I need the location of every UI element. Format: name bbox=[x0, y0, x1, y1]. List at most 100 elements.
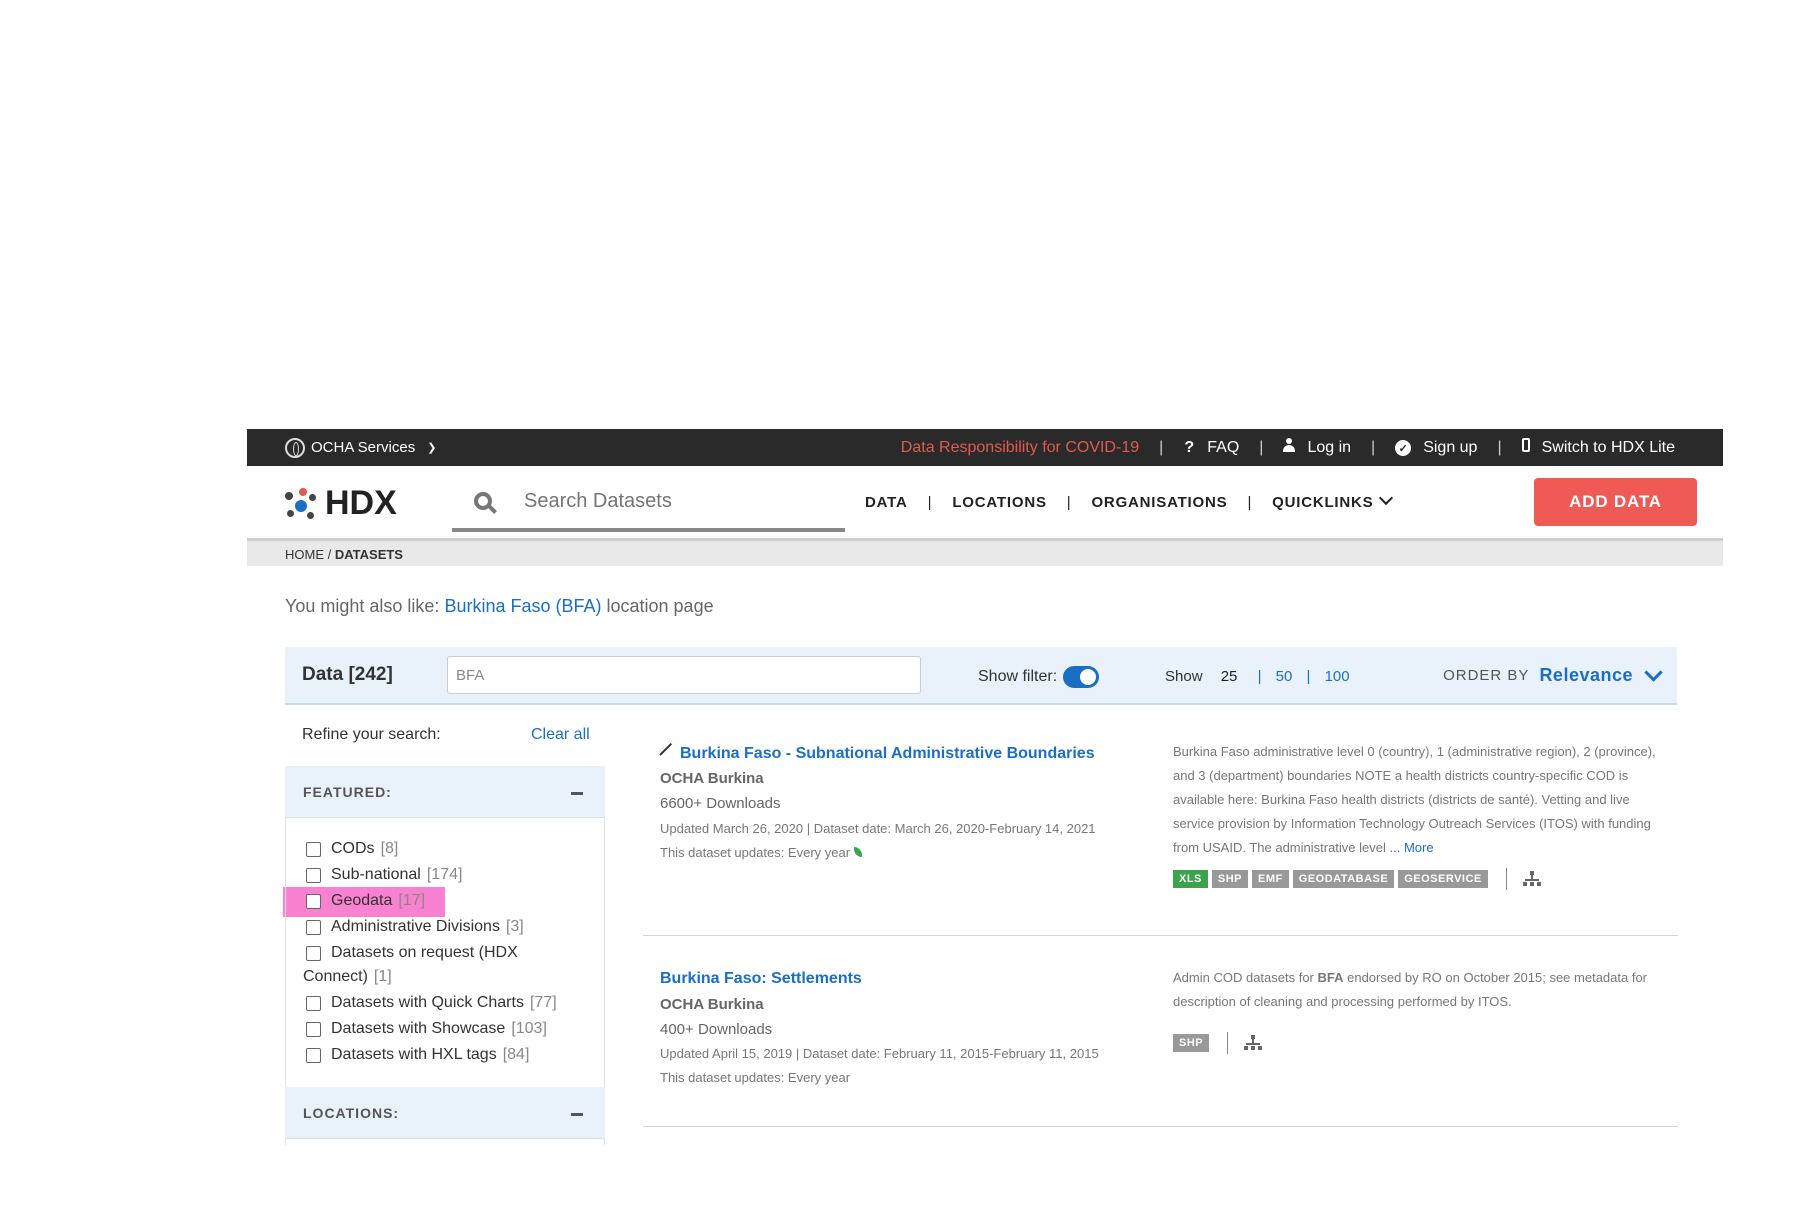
switch-lite-label: Switch to HDX Lite bbox=[1541, 439, 1675, 456]
facet-item-showcase[interactable]: Datasets with Showcase [103] bbox=[306, 1020, 547, 1038]
facet-item-quick-charts[interactable]: Datasets with Quick Charts [77] bbox=[306, 994, 557, 1012]
checkbox[interactable] bbox=[306, 920, 321, 935]
show-filter-label: Show filter: bbox=[978, 668, 1058, 685]
description-highlight: BFA bbox=[1317, 970, 1344, 985]
dataset-title-link[interactable]: Burkina Faso: Settlements bbox=[660, 970, 862, 988]
search-icon[interactable] bbox=[474, 492, 492, 510]
tag-shp[interactable]: SHP bbox=[1211, 870, 1249, 888]
dataset-title-link[interactable]: Burkina Faso - Subnational Administrativ… bbox=[680, 745, 1095, 762]
ocha-services-menu[interactable]: OCHA Services ❯ bbox=[285, 429, 436, 466]
checkbox[interactable] bbox=[306, 1048, 321, 1063]
more-link[interactable]: ... More bbox=[1390, 840, 1434, 855]
add-data-button[interactable]: ADD DATA bbox=[1534, 478, 1697, 526]
facet-item-hdx-connect-cont[interactable]: Connect) [1] bbox=[303, 968, 392, 986]
covid-link[interactable]: Data Responsibility for COVID-19 bbox=[901, 439, 1139, 457]
facet-count: [77] bbox=[529, 994, 557, 1011]
show-filter-toggle[interactable] bbox=[1063, 666, 1100, 688]
dataset-result: Burkina Faso: Settlements OCHA Burkina 4… bbox=[643, 970, 1678, 1110]
dataset-downloads: 6600+ Downloads bbox=[660, 795, 781, 812]
checkbox[interactable] bbox=[306, 996, 321, 1011]
checkbox[interactable] bbox=[306, 894, 321, 909]
checkbox[interactable] bbox=[306, 1022, 321, 1037]
breadcrumb-current: DATASETS bbox=[334, 547, 403, 562]
checkbox[interactable] bbox=[306, 946, 321, 961]
chevron-down-icon: ❯ bbox=[427, 442, 437, 454]
login-link[interactable]: Log in bbox=[1283, 438, 1351, 457]
page-size-25[interactable]: 25 bbox=[1221, 668, 1238, 685]
page-size-50[interactable]: 50 bbox=[1276, 668, 1293, 685]
separator: | bbox=[1257, 668, 1262, 685]
breadcrumb-home[interactable]: HOME bbox=[285, 547, 324, 562]
breadcrumb-bar: HOME / DATASETS bbox=[247, 538, 1723, 566]
featured-facet-header[interactable]: FEATURED: bbox=[285, 766, 605, 818]
page-size-100[interactable]: 100 bbox=[1325, 668, 1350, 685]
hdx-logo[interactable]: HDX bbox=[285, 484, 397, 523]
checkbox[interactable] bbox=[306, 868, 321, 883]
dataset-frequency: This dataset updates: Every year bbox=[660, 1070, 851, 1085]
switch-lite-link[interactable]: Switch to HDX Lite bbox=[1521, 438, 1675, 457]
facet-label: Administrative Divisions bbox=[331, 918, 500, 935]
facet-count: [103] bbox=[511, 1020, 547, 1037]
facet-item-hxl-tags[interactable]: Datasets with HXL tags [84] bbox=[306, 1046, 529, 1064]
tag-shp[interactable]: SHP bbox=[1173, 1034, 1210, 1052]
tag-emf[interactable]: EMF bbox=[1252, 870, 1289, 888]
faq-link[interactable]: ? FAQ bbox=[1183, 439, 1239, 457]
nav-locations[interactable]: LOCATIONS bbox=[952, 494, 1046, 511]
checkbox[interactable] bbox=[306, 842, 321, 857]
dataset-result: Burkina Faso - Subnational Administrativ… bbox=[643, 744, 1678, 924]
dataset-organisation[interactable]: OCHA Burkina bbox=[660, 770, 764, 787]
tag-geoservice[interactable]: GEOSERVICE bbox=[1398, 870, 1488, 888]
un-globe-icon bbox=[285, 437, 305, 458]
sitemap-icon[interactable] bbox=[1522, 871, 1541, 887]
suggestion-location-link[interactable]: Burkina Faso (BFA) bbox=[444, 596, 601, 616]
dataset-description: Burkina Faso administrative level 0 (cou… bbox=[1173, 740, 1671, 860]
trending-icon bbox=[660, 744, 674, 758]
facet-count: [17] bbox=[398, 892, 426, 909]
top-links: Data Responsibility for COVID-19 | ? FAQ … bbox=[901, 429, 1675, 466]
nav-quicklinks[interactable]: QUICKLINKS bbox=[1272, 490, 1394, 511]
tag-geodatabase[interactable]: GEODATABASE bbox=[1292, 870, 1395, 888]
tag-xls[interactable]: XLS bbox=[1173, 870, 1208, 888]
question-icon: ? bbox=[1184, 438, 1195, 456]
page-size-selector: Show 25 | 50 | 100 bbox=[1165, 668, 1350, 685]
facet-item-geodata[interactable]: Geodata [17] bbox=[306, 892, 425, 910]
featured-title: FEATURED: bbox=[303, 784, 392, 800]
nav-data[interactable]: DATA bbox=[865, 494, 908, 511]
check-circle-icon: ✓ bbox=[1395, 440, 1412, 456]
format-tags: XLS SHP EMF GEODATABASE GEOSERVICE bbox=[1173, 868, 1541, 890]
signup-link[interactable]: ✓ Sign up bbox=[1395, 439, 1477, 457]
ocha-services-label: OCHA Services bbox=[311, 439, 416, 456]
dataset-organisation[interactable]: OCHA Burkina bbox=[660, 996, 764, 1013]
search-input[interactable] bbox=[522, 488, 826, 514]
facet-label: Datasets with Showcase bbox=[331, 1020, 506, 1037]
facet-item-subnational[interactable]: Sub-national [174] bbox=[306, 866, 462, 884]
clear-all-link[interactable]: Clear all bbox=[531, 726, 590, 744]
separator: | bbox=[1306, 668, 1311, 685]
facet-count: [8] bbox=[380, 840, 399, 857]
breadcrumb-separator: / bbox=[324, 547, 335, 562]
refine-label: Refine your search: bbox=[302, 726, 441, 743]
query-input[interactable] bbox=[447, 656, 921, 694]
separator: | bbox=[1066, 493, 1072, 511]
show-label: Show bbox=[1165, 668, 1203, 685]
data-count-title: Data [242] bbox=[302, 664, 393, 685]
leaf-icon bbox=[854, 847, 863, 857]
dataset-dates: Updated April 15, 2019 | Dataset date: F… bbox=[660, 1046, 1099, 1061]
nav-organisations[interactable]: ORGANISATIONS bbox=[1091, 494, 1227, 511]
facet-count: [3] bbox=[505, 918, 524, 935]
collapse-icon[interactable] bbox=[571, 792, 583, 795]
facet-item-admin-divisions[interactable]: Administrative Divisions [3] bbox=[306, 918, 524, 936]
result-divider bbox=[643, 1126, 1678, 1127]
order-by[interactable]: ORDER BY Relevance bbox=[1443, 663, 1663, 686]
collapse-icon[interactable] bbox=[571, 1113, 583, 1116]
locations-facet-header[interactable]: LOCATIONS: bbox=[285, 1087, 605, 1139]
facet-item-hdx-connect[interactable]: Datasets on request (HDX bbox=[306, 944, 518, 962]
login-label: Log in bbox=[1307, 439, 1352, 456]
facet-label: Geodata bbox=[331, 892, 393, 909]
dataset-frequency: This dataset updates: Every year bbox=[660, 845, 863, 860]
facet-item-cods[interactable]: CODs [8] bbox=[306, 840, 398, 858]
result-divider bbox=[643, 935, 1678, 936]
facet-label: CODs bbox=[331, 840, 375, 857]
sitemap-icon[interactable] bbox=[1244, 1035, 1263, 1051]
dataset-search[interactable] bbox=[452, 474, 845, 532]
